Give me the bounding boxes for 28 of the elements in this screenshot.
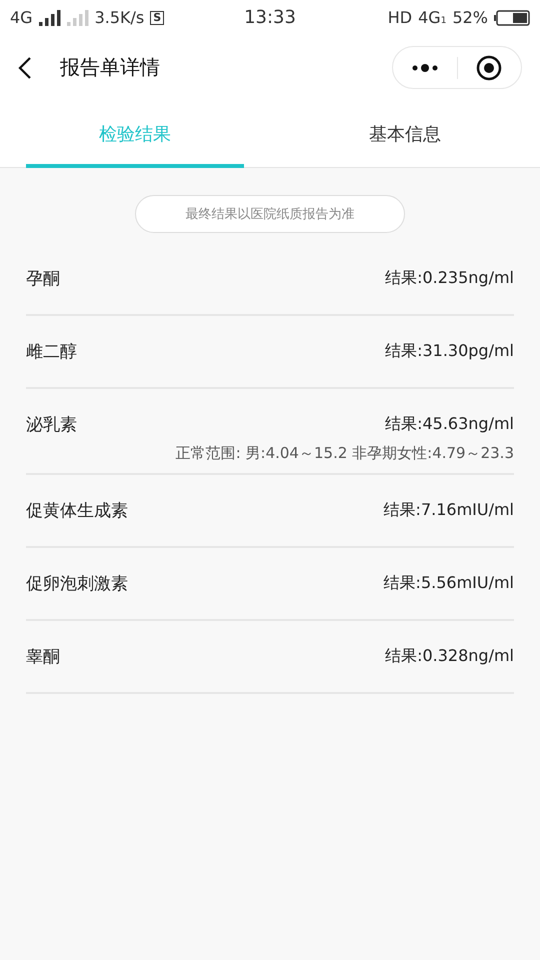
test-name: 促卵泡刺激素 [26, 573, 128, 595]
test-result: 结果:31.30pg/ml [385, 341, 514, 362]
notice-pill: 最终结果以医院纸质报告为准 [135, 195, 405, 233]
network-type: 4G [10, 8, 33, 27]
network-speed: 3.5K/s [94, 8, 144, 27]
test-name: 泌乳素 [26, 414, 77, 436]
test-name: 促黄体生成素 [26, 500, 128, 522]
signal-icon [38, 10, 61, 26]
test-result: 结果:0.235ng/ml [385, 268, 514, 289]
network-type: 4G 1 [418, 8, 446, 27]
battery-icon [494, 10, 530, 26]
test-result: 结果:5.56mIU/ml [384, 573, 514, 594]
hd-indicator: HD [388, 8, 412, 27]
signal-icon [66, 10, 89, 26]
page-title: 报告单详情 [60, 54, 161, 81]
test-result: 结果:7.16mIU/ml [384, 500, 514, 521]
test-result: 结果:0.328ng/ml [385, 646, 514, 667]
battery-percent: 52% [452, 8, 488, 27]
test-name: 睾酮 [26, 646, 60, 668]
test-name: 孕酮 [26, 268, 60, 290]
sim-badge: S [150, 10, 164, 24]
target-circle-icon [476, 54, 502, 80]
more-dots-icon [410, 64, 439, 72]
normal-range: 正常范围: 男:4.04～15.2 非孕期女性:4.79～23.3 [176, 444, 514, 463]
test-result: 结果:45.63ng/ml [385, 414, 514, 435]
tab[interactable]: 基本信息 [270, 100, 540, 167]
test-name: 雌二醇 [26, 341, 77, 363]
clock: 13:33 [244, 7, 296, 28]
